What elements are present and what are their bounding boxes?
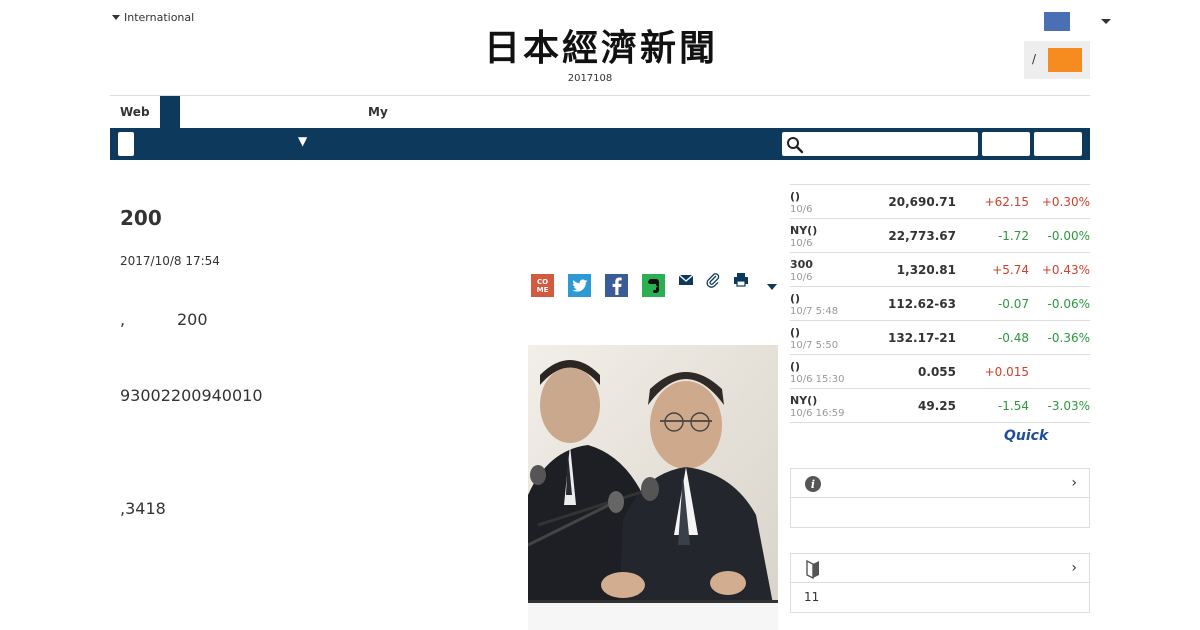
article-photo [528,345,778,630]
market-data-table: () 10/6 20,690.71 +62.15 +0.30% NY() 10/6 22,77… [790,184,1090,423]
subscribe-button[interactable] [1048,48,1082,72]
login-box: / [1024,41,1090,79]
market-change: -1.72 [997,229,1029,243]
mail-icon[interactable] [678,272,694,288]
come-icon[interactable]: CO ME [531,274,554,297]
beginner-box-header[interactable]: › [791,554,1089,583]
market-change: -1.54 [997,399,1029,413]
beginner-mark-icon [806,559,819,579]
market-row[interactable]: NY() 10/6 22,773.67 -1.72 -0.00% [790,218,1090,252]
international-link[interactable]: International [112,11,194,24]
nav-menu-button[interactable] [118,132,134,156]
article-headline: 200 [120,206,162,230]
market-time: 10/6 15:30 [790,374,845,385]
info-icon: i [805,476,821,492]
nav-dropdown-icon[interactable]: ▼ [298,134,307,148]
market-name: NY() [790,394,818,407]
market-value: 1,320.81 [896,263,956,277]
more-caret-icon[interactable] [764,280,780,296]
beginner-box: › 11 [790,553,1090,613]
article-paragraph: 93002200940010 [120,386,263,405]
market-percent: +0.43% [1041,263,1090,277]
market-value: 132.17-21 [888,331,956,345]
market-value: 22,773.67 [888,229,956,243]
market-name: () [790,326,801,339]
market-change: +5.74 [992,263,1029,277]
clip-icon[interactable] [705,272,721,288]
market-value: 0.055 [918,365,956,379]
language-flag-icon[interactable] [1044,12,1070,31]
twitter-icon[interactable] [568,274,591,297]
market-change: -0.07 [997,297,1029,311]
international-label: International [124,11,195,24]
market-row[interactable]: () 10/7 5:50 132.17-21 -0.48 -0.36% [790,320,1090,354]
article-paragraph: ,3418 [120,499,166,518]
search-icon [787,137,804,154]
chevron-right-icon[interactable]: › [1071,475,1077,491]
market-time: 10/6 16:59 [790,408,845,419]
market-name: 300 [790,258,813,271]
market-value: 112.62-63 [888,297,956,311]
market-time: 10/6 [790,238,813,249]
market-percent: -0.06% [1047,297,1090,311]
search-submit-button[interactable] [982,132,1030,156]
login-separator: / [1032,52,1037,66]
search-input[interactable] [782,132,978,156]
beginner-box-text: 11 [804,590,820,604]
market-row[interactable]: () 10/6 20,690.71 +62.15 +0.30% [790,184,1090,218]
market-percent: -3.03% [1047,399,1090,413]
evernote-icon[interactable] [642,274,665,297]
tab-web[interactable]: Web [110,96,160,128]
nikkei-logo[interactable]: 日本經濟新聞 [456,26,746,70]
market-time: 10/6 [790,204,813,215]
edition-date: 2017108 [567,73,613,84]
market-row[interactable]: () 10/6 15:30 0.055 +0.015 [790,354,1090,388]
market-name: () [790,292,801,305]
market-value: 20,690.71 [888,195,956,209]
market-time: 10/7 5:50 [790,340,839,351]
header-divider [110,95,1090,96]
market-change: -0.48 [997,331,1029,345]
market-value: 49.25 [918,399,956,413]
market-time: 10/6 [790,272,813,283]
market-time: 10/7 5:48 [790,306,839,317]
article-paragraph: , 200 [120,310,208,329]
market-table-bottom-border [790,422,1090,423]
market-change: +0.015 [984,365,1029,379]
article-date: 2017/10/8 17:54 [120,254,220,268]
tab-my[interactable]: My [368,105,388,119]
facebook-icon[interactable] [605,274,628,297]
market-percent: +0.30% [1041,195,1090,209]
info-box: i › [790,468,1090,528]
market-row[interactable]: NY() 10/6 16:59 49.25 -1.54 -3.03% [790,388,1090,422]
market-change: +62.15 [984,195,1029,209]
paragraph-lead: , [120,310,126,329]
main-nav-bar: ▼ [110,128,1090,160]
quick-logo[interactable]: Quick [1004,428,1048,444]
chevron-right-icon[interactable]: › [1071,560,1077,576]
market-name: () [790,360,801,373]
caret-down-icon [112,15,120,20]
market-percent: -0.00% [1047,229,1090,243]
market-name: () [790,190,801,203]
advanced-search-button[interactable] [1034,132,1082,156]
paragraph-text: 200 [177,310,208,329]
market-name: NY() [790,224,818,237]
print-icon[interactable] [733,272,749,288]
market-row[interactable]: 300 10/6 1,320.81 +5.74 +0.43% [790,252,1090,286]
market-percent: -0.36% [1047,331,1090,345]
market-row[interactable]: () 10/7 5:48 112.62-63 -0.07 -0.06% [790,286,1090,320]
info-box-header[interactable]: i › [791,469,1089,498]
language-caret-icon[interactable] [1101,19,1111,24]
tab-active-indicator[interactable] [160,96,180,128]
svg-text:i: i [811,478,815,491]
